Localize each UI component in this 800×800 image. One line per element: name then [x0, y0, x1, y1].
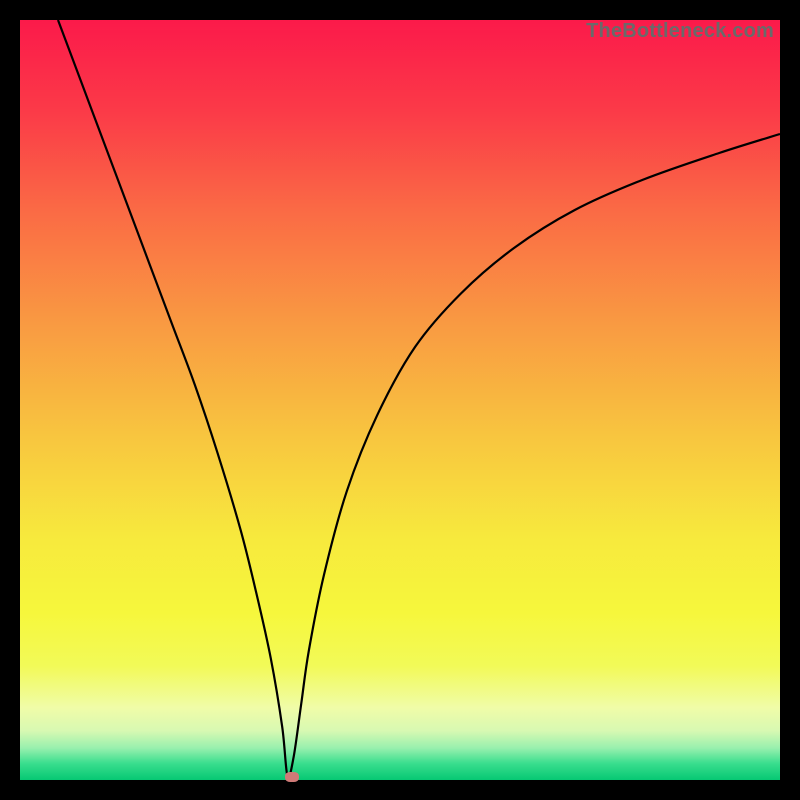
- watermark-text: TheBottleneck.com: [586, 20, 774, 43]
- bottleneck-curve-line: [58, 20, 780, 777]
- chart-frame: TheBottleneck.com: [20, 20, 780, 780]
- optimal-point-marker: [285, 772, 299, 782]
- bottleneck-curve-plot: [20, 20, 780, 780]
